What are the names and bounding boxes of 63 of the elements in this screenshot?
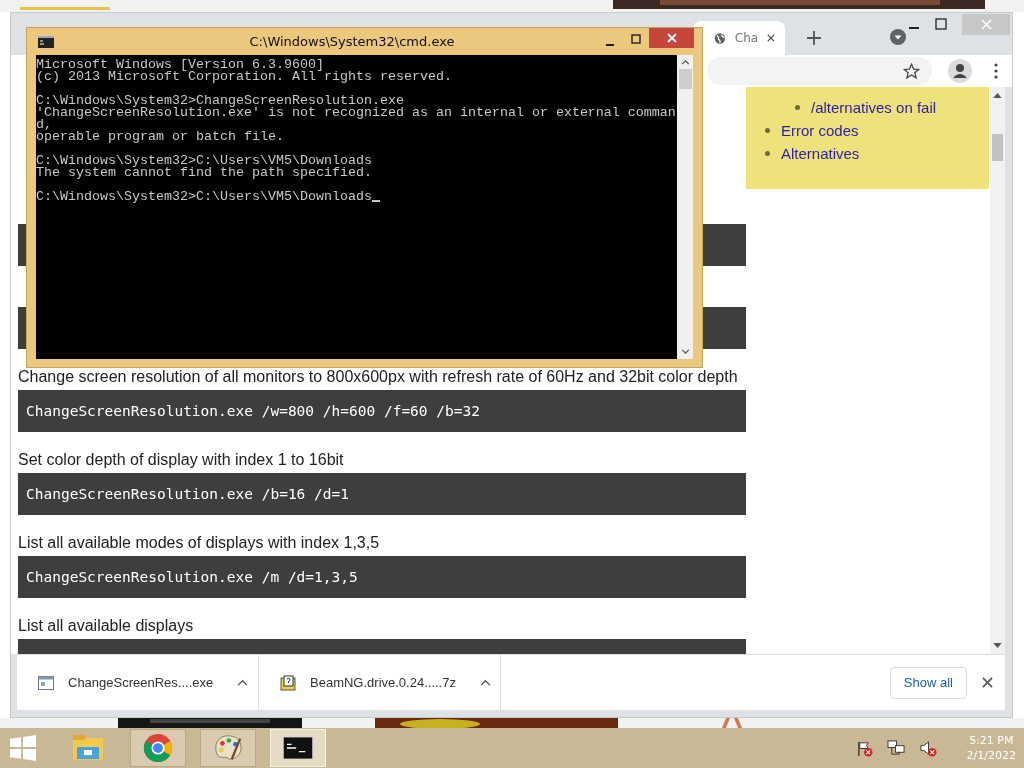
scroll-thumb[interactable] — [678, 69, 692, 89]
menu-icon[interactable] — [994, 63, 998, 79]
console-line: Microsoft Windows [Version 6.3.9600] — [36, 59, 324, 71]
toc-link[interactable]: Alternatives — [781, 145, 860, 162]
console-icon — [38, 35, 54, 48]
console-icon — [283, 737, 313, 759]
new-tab-icon[interactable] — [807, 31, 821, 45]
show-all-button[interactable]: Show all — [889, 666, 967, 699]
paragraph: List all available displays — [18, 616, 195, 636]
scroll-down-icon[interactable] — [993, 643, 1002, 648]
console-line: C:\Windows\System32>C:\Users\VM5\Downloads — [36, 155, 372, 167]
bullet-icon — [765, 128, 770, 133]
download-name[interactable]: BeamNG.drive.0.24.....7z — [310, 675, 456, 690]
scroll-thumb[interactable] — [992, 134, 1003, 161]
close-icon — [980, 18, 992, 30]
tab-title: Cha — [734, 31, 759, 45]
close-button[interactable] — [649, 28, 694, 48]
code-text: ChangeScreenResolution.exe /w=800 /h=600 /f=60 /b=32 — [26, 403, 480, 419]
text-cursor — [371, 200, 380, 202]
scrollbar[interactable] — [990, 87, 1005, 654]
code-text: ChangeScreenResolution.exe /m /d=1,3,5 — [26, 569, 358, 585]
globe-icon — [714, 30, 726, 46]
paragraph: Set color depth of display with index 1 to 16bit — [18, 450, 345, 470]
console-line: (c) 2013 Microsoft Corporation. All rights reserved. — [36, 71, 452, 83]
muted-speaker-icon[interactable] — [919, 739, 937, 757]
maximize-icon[interactable] — [935, 18, 947, 30]
app-file-icon — [38, 675, 54, 690]
paragraph: Change screen resolution of all monitors to 800x600px with refresh rate of 60Hz and 32bit color depth — [18, 367, 739, 387]
scroll-down-icon[interactable] — [680, 349, 690, 354]
network-icon[interactable] — [886, 739, 906, 757]
profile-icon[interactable] — [948, 59, 972, 83]
browser-tab[interactable]: Cha — [693, 21, 785, 55]
download-name[interactable]: ChangeScreenRes....exe — [68, 675, 214, 690]
console-line: d, — [36, 119, 52, 131]
code-text: ChangeScreenResolution.exe /b=16 /d=1 — [26, 486, 349, 502]
tab-search-icon[interactable] — [890, 29, 906, 45]
maximize-icon[interactable] — [631, 34, 641, 44]
chrome-icon — [143, 733, 173, 763]
palette-icon — [213, 733, 243, 763]
console-line: The system cannot find the path specified. — [36, 167, 372, 179]
toc-link[interactable]: /alternatives on fail — [811, 99, 937, 116]
folder-icon — [72, 733, 104, 763]
star-icon[interactable] — [903, 62, 920, 80]
console-line: 'ChangeScreenResolution.exe' is not recognized as an internal or external comman — [36, 107, 676, 119]
close-icon — [666, 33, 677, 43]
scrollbar[interactable] — [677, 55, 693, 359]
toc-link[interactable]: Error codes — [781, 122, 859, 139]
close-icon[interactable] — [982, 677, 993, 688]
start-icon[interactable] — [10, 735, 36, 761]
console-line: operable program or batch file. — [36, 131, 284, 143]
close-icon[interactable] — [767, 33, 775, 43]
scroll-up-icon[interactable] — [993, 93, 1002, 98]
flag-icon[interactable] — [855, 739, 873, 757]
archive-file-icon — [280, 674, 296, 691]
console-line: C:\Windows\System32>ChangeScreenResolution.exe — [36, 95, 404, 107]
caret-icon[interactable] — [237, 679, 249, 686]
bullet-icon — [765, 151, 770, 156]
window-title: C:\Windows\System32\cmd.exe — [248, 34, 456, 49]
caret-icon[interactable] — [479, 679, 491, 686]
console-line: C:\Windows\System32>C:\Users\VM5\Downloads — [36, 191, 372, 203]
scroll-up-icon[interactable] — [680, 60, 690, 65]
bullet-icon — [795, 105, 800, 110]
paragraph: List all available modes of displays with index 1,3,5 — [18, 533, 381, 553]
